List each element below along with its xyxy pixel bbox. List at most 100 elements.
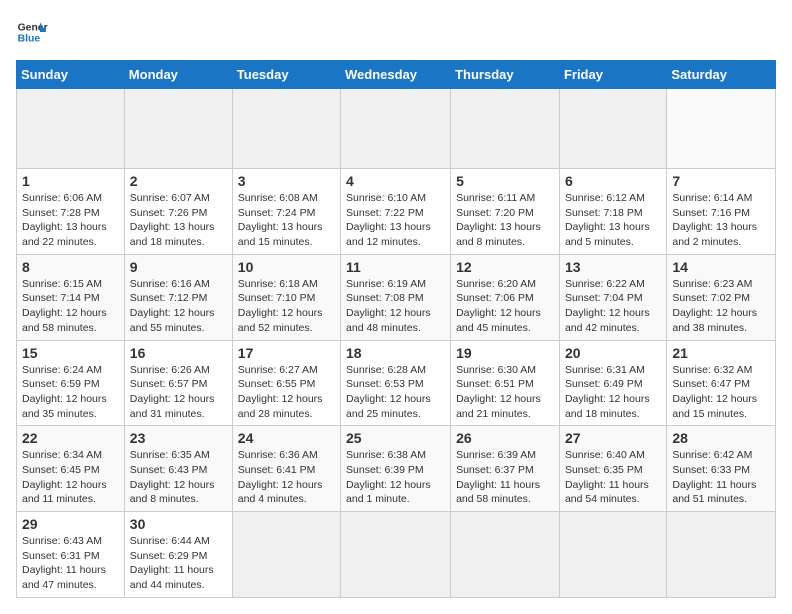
weekday-header-tuesday: Tuesday <box>232 61 340 89</box>
calendar-cell <box>451 512 560 598</box>
day-number: 24 <box>238 430 335 446</box>
day-info: Sunrise: 6:30 AMSunset: 6:51 PMDaylight:… <box>456 364 541 420</box>
day-info: Sunrise: 6:07 AMSunset: 7:26 PMDaylight:… <box>130 192 215 248</box>
day-number: 19 <box>456 345 554 361</box>
calendar-week-row: 29Sunrise: 6:43 AMSunset: 6:31 PMDayligh… <box>17 512 776 598</box>
weekday-header-friday: Friday <box>559 61 666 89</box>
day-number: 25 <box>346 430 445 446</box>
day-number: 5 <box>456 173 554 189</box>
calendar-cell: 18 Sunrise: 6:28 AMSunset: 6:53 PMDayligh… <box>341 340 451 426</box>
day-info: Sunrise: 6:12 AMSunset: 7:18 PMDaylight:… <box>565 192 650 248</box>
calendar-cell <box>17 89 125 169</box>
day-info: Sunrise: 6:06 AMSunset: 7:28 PMDaylight:… <box>22 192 107 248</box>
day-number: 4 <box>346 173 445 189</box>
calendar-cell <box>341 89 451 169</box>
calendar-cell: 21 Sunrise: 6:32 AMSunset: 6:47 PMDayligh… <box>667 340 776 426</box>
calendar-cell: 9 Sunrise: 6:16 AMSunset: 7:12 PMDaylight… <box>124 254 232 340</box>
weekday-header-wednesday: Wednesday <box>341 61 451 89</box>
calendar-week-row: 1Sunrise: 6:06 AMSunset: 7:28 PMDaylight… <box>17 169 776 255</box>
day-info: Sunrise: 6:11 AMSunset: 7:20 PMDaylight:… <box>456 192 541 248</box>
calendar-cell <box>232 512 340 598</box>
day-number: 13 <box>565 259 661 275</box>
calendar-cell: 17 Sunrise: 6:27 AMSunset: 6:55 PMDayligh… <box>232 340 340 426</box>
day-info: Sunrise: 6:23 AMSunset: 7:02 PMDaylight:… <box>672 278 757 334</box>
day-info: Sunrise: 6:26 AMSunset: 6:57 PMDaylight:… <box>130 364 215 420</box>
day-info: Sunrise: 6:34 AMSunset: 6:45 PMDaylight:… <box>22 449 107 505</box>
day-number: 12 <box>456 259 554 275</box>
calendar-cell: 5 Sunrise: 6:11 AMSunset: 7:20 PMDaylight… <box>451 169 560 255</box>
svg-text:Blue: Blue <box>18 34 41 45</box>
day-info: Sunrise: 6:35 AMSunset: 6:43 PMDaylight:… <box>130 449 215 505</box>
day-info: Sunrise: 6:40 AMSunset: 6:35 PMDaylight:… <box>565 449 649 505</box>
calendar-cell <box>124 89 232 169</box>
calendar-cell: 27 Sunrise: 6:40 AMSunset: 6:35 PMDayligh… <box>559 426 666 512</box>
day-number: 26 <box>456 430 554 446</box>
calendar-cell <box>451 89 560 169</box>
calendar-cell <box>667 89 776 169</box>
day-number: 11 <box>346 259 445 275</box>
day-info: Sunrise: 6:10 AMSunset: 7:22 PMDaylight:… <box>346 192 431 248</box>
weekday-header-sunday: Sunday <box>17 61 125 89</box>
calendar-week-row: 8 Sunrise: 6:15 AMSunset: 7:14 PMDaylight… <box>17 254 776 340</box>
day-number: 30 <box>130 516 227 532</box>
day-number: 17 <box>238 345 335 361</box>
day-number: 6 <box>565 173 661 189</box>
calendar-cell: 15Sunrise: 6:24 AMSunset: 6:59 PMDayligh… <box>17 340 125 426</box>
day-info: Sunrise: 6:14 AMSunset: 7:16 PMDaylight:… <box>672 192 757 248</box>
calendar-cell: 8 Sunrise: 6:15 AMSunset: 7:14 PMDaylight… <box>17 254 125 340</box>
calendar-cell: 7 Sunrise: 6:14 AMSunset: 7:16 PMDaylight… <box>667 169 776 255</box>
calendar-cell: 28Sunrise: 6:42 AMSunset: 6:33 PMDayligh… <box>667 426 776 512</box>
day-info: Sunrise: 6:38 AMSunset: 6:39 PMDaylight:… <box>346 449 431 505</box>
calendar-cell: 16 Sunrise: 6:26 AMSunset: 6:57 PMDayligh… <box>124 340 232 426</box>
calendar-cell: 4 Sunrise: 6:10 AMSunset: 7:22 PMDaylight… <box>341 169 451 255</box>
day-info: Sunrise: 6:18 AMSunset: 7:10 PMDaylight:… <box>238 278 323 334</box>
calendar-header-row: SundayMondayTuesdayWednesdayThursdayFrid… <box>17 61 776 89</box>
calendar-table: SundayMondayTuesdayWednesdayThursdayFrid… <box>16 60 776 598</box>
day-number: 20 <box>565 345 661 361</box>
day-number: 14 <box>672 259 770 275</box>
day-info: Sunrise: 6:27 AMSunset: 6:55 PMDaylight:… <box>238 364 323 420</box>
day-number: 22 <box>22 430 119 446</box>
day-number: 7 <box>672 173 770 189</box>
calendar-cell <box>341 512 451 598</box>
calendar-cell: 11 Sunrise: 6:19 AMSunset: 7:08 PMDayligh… <box>341 254 451 340</box>
day-info: Sunrise: 6:16 AMSunset: 7:12 PMDaylight:… <box>130 278 215 334</box>
calendar-cell: 1Sunrise: 6:06 AMSunset: 7:28 PMDaylight… <box>17 169 125 255</box>
calendar-cell <box>559 89 666 169</box>
calendar-cell <box>232 89 340 169</box>
day-info: Sunrise: 6:39 AMSunset: 6:37 PMDaylight:… <box>456 449 540 505</box>
calendar-cell <box>667 512 776 598</box>
calendar-week-row: 15Sunrise: 6:24 AMSunset: 6:59 PMDayligh… <box>17 340 776 426</box>
day-number: 18 <box>346 345 445 361</box>
calendar-cell: 20Sunrise: 6:31 AMSunset: 6:49 PMDayligh… <box>559 340 666 426</box>
day-number: 10 <box>238 259 335 275</box>
day-info: Sunrise: 6:32 AMSunset: 6:47 PMDaylight:… <box>672 364 757 420</box>
calendar-cell: 24Sunrise: 6:36 AMSunset: 6:41 PMDayligh… <box>232 426 340 512</box>
day-info: Sunrise: 6:43 AMSunset: 6:31 PMDaylight:… <box>22 535 106 591</box>
day-number: 2 <box>130 173 227 189</box>
calendar-week-row <box>17 89 776 169</box>
day-number: 21 <box>672 345 770 361</box>
day-number: 8 <box>22 259 119 275</box>
calendar-cell: 19 Sunrise: 6:30 AMSunset: 6:51 PMDayligh… <box>451 340 560 426</box>
day-number: 23 <box>130 430 227 446</box>
calendar-cell: 26 Sunrise: 6:39 AMSunset: 6:37 PMDayligh… <box>451 426 560 512</box>
day-info: Sunrise: 6:28 AMSunset: 6:53 PMDaylight:… <box>346 364 431 420</box>
day-info: Sunrise: 6:15 AMSunset: 7:14 PMDaylight:… <box>22 278 107 334</box>
day-number: 27 <box>565 430 661 446</box>
weekday-header-thursday: Thursday <box>451 61 560 89</box>
day-info: Sunrise: 6:44 AMSunset: 6:29 PMDaylight:… <box>130 535 214 591</box>
calendar-cell: 30 Sunrise: 6:44 AMSunset: 6:29 PMDayligh… <box>124 512 232 598</box>
day-number: 16 <box>130 345 227 361</box>
day-info: Sunrise: 6:42 AMSunset: 6:33 PMDaylight:… <box>672 449 756 505</box>
calendar-cell: 12Sunrise: 6:20 AMSunset: 7:06 PMDayligh… <box>451 254 560 340</box>
calendar-cell: 29Sunrise: 6:43 AMSunset: 6:31 PMDayligh… <box>17 512 125 598</box>
logo: General Blue <box>16 16 52 48</box>
calendar-cell: 10 Sunrise: 6:18 AMSunset: 7:10 PMDayligh… <box>232 254 340 340</box>
day-info: Sunrise: 6:19 AMSunset: 7:08 PMDaylight:… <box>346 278 431 334</box>
day-number: 9 <box>130 259 227 275</box>
calendar-cell: 25 Sunrise: 6:38 AMSunset: 6:39 PMDayligh… <box>341 426 451 512</box>
day-number: 3 <box>238 173 335 189</box>
calendar-cell: 13Sunrise: 6:22 AMSunset: 7:04 PMDayligh… <box>559 254 666 340</box>
calendar-cell: 23 Sunrise: 6:35 AMSunset: 6:43 PMDayligh… <box>124 426 232 512</box>
